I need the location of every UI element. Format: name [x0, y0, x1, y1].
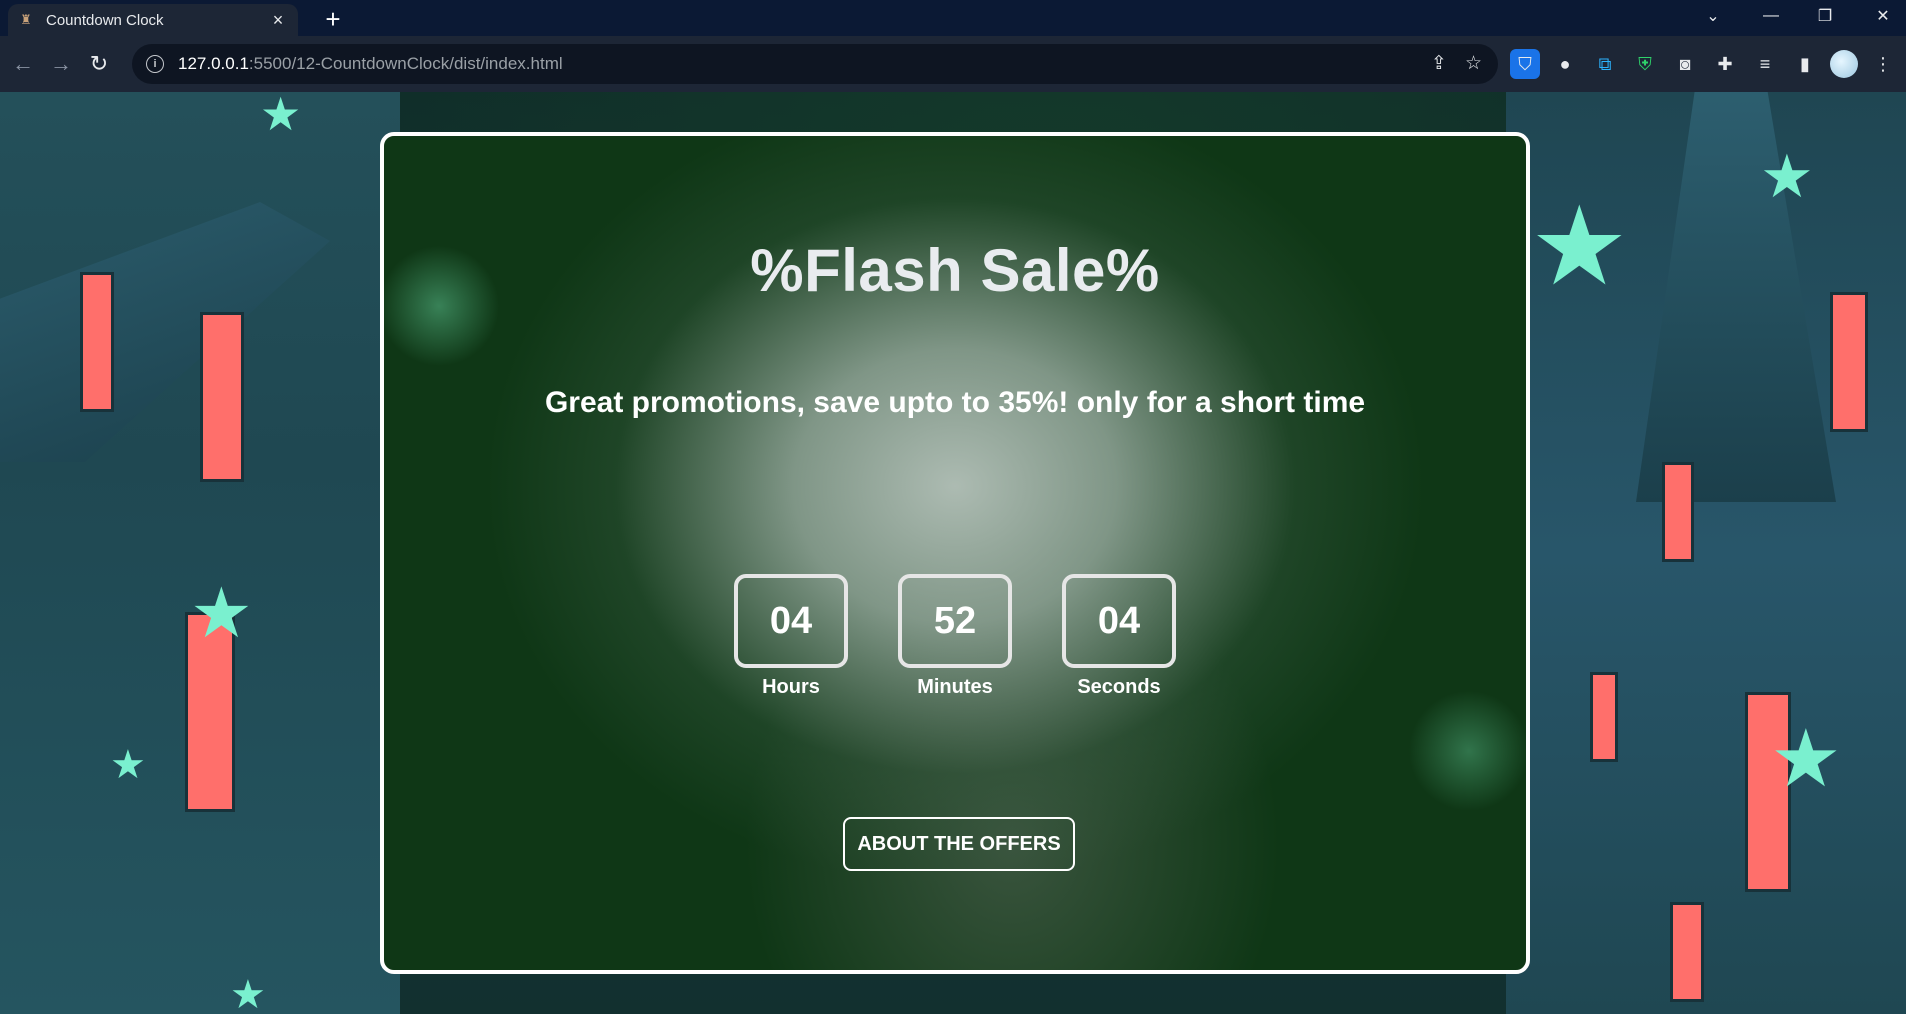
bitwarden-extension-icon[interactable]: ⛉ [1510, 49, 1540, 79]
menu-kebab-icon[interactable]: ⋮ [1868, 49, 1898, 79]
background-star-icon: ★ [1770, 714, 1842, 803]
tab-close-icon[interactable]: × [268, 10, 288, 30]
timer-unit-minutes: 52 Minutes [898, 574, 1012, 699]
about-offers-button[interactable]: ABOUT THE OFFERS [843, 817, 1075, 871]
minutes-value: 52 [898, 574, 1012, 668]
seconds-value: 04 [1062, 574, 1176, 668]
shield-extension-icon[interactable]: ⛨ [1630, 49, 1660, 79]
background-star-icon: ★ [1530, 185, 1629, 308]
camera-extension-icon[interactable]: ◙ [1670, 49, 1700, 79]
browser-tab[interactable]: ♜ Countdown Clock × [8, 4, 298, 36]
timer-unit-seconds: 04 Seconds [1062, 574, 1176, 699]
timer-unit-hours: 04 Hours [734, 574, 848, 699]
site-info-icon[interactable]: i [146, 55, 164, 73]
translate-extension-icon[interactable]: ⧉ [1590, 49, 1620, 79]
background-star-icon: ★ [1760, 143, 1814, 210]
tab-title: Countdown Clock [46, 11, 164, 29]
back-arrow-icon[interactable]: ← [4, 45, 42, 83]
puzzle-extensions-icon[interactable]: ✚ [1710, 49, 1740, 79]
promo-subtitle: Great promotions, save upto to 35%! only… [544, 386, 1366, 419]
forward-arrow-icon[interactable]: → [42, 45, 80, 83]
restore-button[interactable]: ❐ [1802, 0, 1848, 32]
background-star-icon: ★ [110, 743, 146, 787]
extension-icon[interactable]: ● [1550, 49, 1580, 79]
profile-avatar[interactable] [1830, 50, 1858, 78]
share-icon[interactable]: ⇪ [1431, 52, 1447, 75]
background-window [1830, 292, 1868, 432]
extensions-area: ⛉ ● ⧉ ⛨ ◙ ✚ ≡ ▮ ⋮ [1510, 44, 1898, 84]
tab-search-chevron-icon[interactable]: ⌄ [1690, 0, 1736, 32]
background-star-icon: ★ [230, 973, 266, 1014]
background-window [1670, 902, 1704, 1002]
browser-tab-bar: ♜ Countdown Clock × + ⌄ — ❐ ✕ [0, 0, 1906, 36]
address-bar[interactable]: i 127.0.0.1:5500/12-CountdownClock/dist/… [132, 44, 1498, 84]
seconds-label: Seconds [1077, 676, 1161, 698]
close-window-button[interactable]: ✕ [1860, 0, 1906, 32]
bookmark-star-icon[interactable]: ☆ [1465, 52, 1482, 75]
new-tab-button[interactable]: + [318, 4, 348, 34]
hours-value: 04 [734, 574, 848, 668]
countdown-card: %Flash Sale% Great promotions, save upto… [380, 132, 1530, 974]
url-path: :5500/12-CountdownClock/dist/index.html [248, 54, 563, 73]
background-window [1590, 672, 1618, 762]
side-panel-icon[interactable]: ▮ [1790, 49, 1820, 79]
background-window [1662, 462, 1694, 562]
background-star-icon: ★ [260, 92, 302, 140]
hours-label: Hours [762, 676, 820, 698]
browser-toolbar: ← → ↻ i 127.0.0.1:5500/12-CountdownClock… [0, 36, 1906, 92]
url-host: 127.0.0.1 [178, 54, 249, 73]
minimize-button[interactable]: — [1748, 0, 1794, 32]
reload-icon[interactable]: ↻ [80, 45, 118, 83]
tab-favicon-icon: ♜ [20, 12, 32, 27]
media-controls-icon[interactable]: ≡ [1750, 49, 1780, 79]
page-viewport: ★ ★ ★ ★ ★ ★ ★ %Flash Sale% Great promoti… [0, 92, 1906, 1014]
background-window [200, 312, 244, 482]
countdown-timer: 04 Hours 52 Minutes 04 Seconds [384, 574, 1526, 699]
background-star-icon: ★ [190, 574, 253, 652]
page-title: %Flash Sale% [750, 237, 1160, 304]
background-window [80, 272, 114, 412]
minutes-label: Minutes [917, 676, 993, 698]
